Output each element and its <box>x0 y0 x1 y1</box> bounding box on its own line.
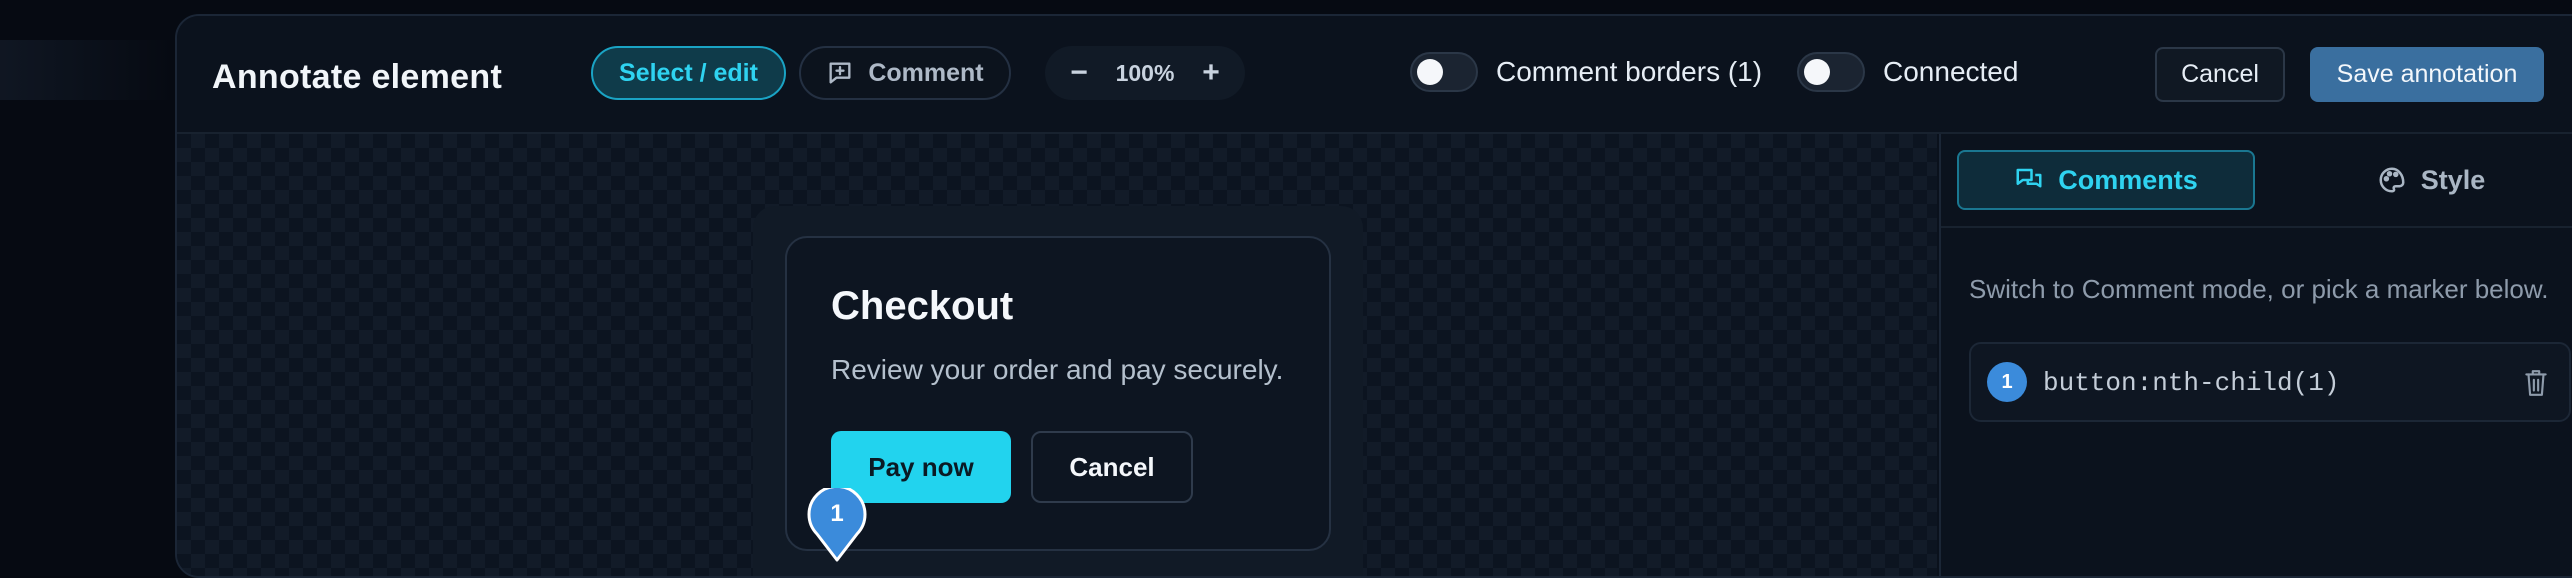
comment-mode-button[interactable]: Comment <box>799 46 1011 100</box>
background-glow <box>0 40 175 100</box>
connected-toggle[interactable] <box>1797 52 1865 92</box>
toolbar: Annotate element Select / edit Comment −… <box>177 16 2572 134</box>
comment-plus-icon <box>829 62 851 84</box>
chat-bubbles-icon <box>2016 168 2042 188</box>
annotation-marker[interactable]: 1 <box>807 484 867 562</box>
zoom-in-button[interactable]: + <box>1197 56 1225 90</box>
zoom-level: 100% <box>1115 59 1175 86</box>
preview-canvas[interactable]: Checkout Review your order and pay secur… <box>177 134 1937 576</box>
annotate-panel: Annotate element Select / edit Comment −… <box>175 14 2572 578</box>
trash-icon[interactable] <box>2523 368 2549 398</box>
divider <box>1941 226 2572 228</box>
toggle-knob <box>1417 59 1443 85</box>
card-subtitle[interactable]: Review your order and pay securely. <box>831 354 1283 386</box>
tab-comments-label: Comments <box>2058 164 2198 195</box>
toggle-knob <box>1804 59 1830 85</box>
card-cancel-button[interactable]: Cancel <box>1031 431 1193 503</box>
card-title[interactable]: Checkout <box>831 284 1013 329</box>
zoom-control: − 100% + <box>1045 46 1245 100</box>
tab-comments[interactable]: Comments <box>1957 150 2255 210</box>
annotation-sidebar: Comments Style Switch to Comment mode, o… <box>1939 134 2572 576</box>
select-edit-mode-button[interactable]: Select / edit <box>591 46 786 100</box>
connected-label: Connected <box>1883 56 2019 87</box>
comment-list-item[interactable]: 1 button:nth-child(1) <box>1969 342 2571 422</box>
comment-selector: button:nth-child(1) <box>2043 368 2340 398</box>
tab-style-label: Style <box>2420 164 2486 195</box>
comment-number-badge: 1 <box>1987 362 2027 402</box>
comment-borders-setting: Comment borders (1) <box>1410 52 1762 92</box>
comment-borders-label: Comment borders (1) <box>1496 56 1763 87</box>
marker-number: 1 <box>830 500 844 527</box>
panel-title: Annotate element <box>212 58 503 96</box>
save-annotation-button[interactable]: Save annotation <box>2310 47 2544 102</box>
cancel-button[interactable]: Cancel <box>2155 47 2285 102</box>
zoom-out-button[interactable]: − <box>1065 56 1093 90</box>
connected-setting: Connected <box>1797 52 2018 92</box>
sidebar-hint: Switch to Comment mode, or pick a marker… <box>1969 274 2549 304</box>
comment-mode-label: Comment <box>868 58 984 87</box>
palette-icon <box>2379 167 2405 193</box>
comment-borders-toggle[interactable] <box>1410 52 1478 92</box>
tab-style[interactable]: Style <box>2341 150 2521 210</box>
